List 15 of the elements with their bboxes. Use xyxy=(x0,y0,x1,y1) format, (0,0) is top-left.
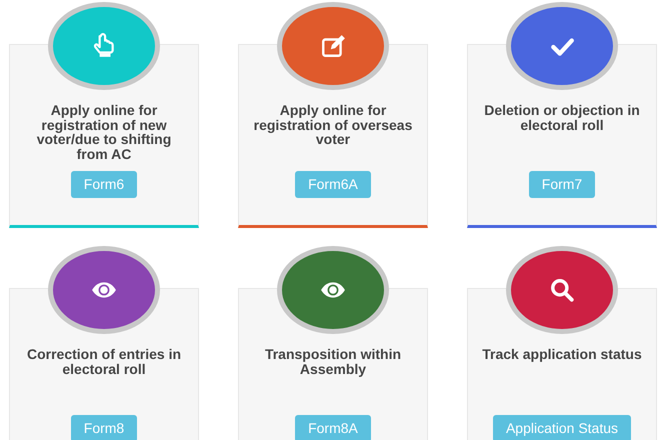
card-title: Apply online for registration of new voter/due to shifting from AC xyxy=(36,103,172,161)
form-button[interactable]: Form8 xyxy=(70,415,138,440)
form-button[interactable]: Form6 xyxy=(70,171,138,198)
edit-icon xyxy=(320,33,346,59)
form-button[interactable]: Form7 xyxy=(528,171,596,198)
card-title: Correction of entries in electoral roll xyxy=(26,347,182,378)
card-title: Apply online for registration of overseas voter xyxy=(252,103,414,149)
card-title: Transposition within Assembly xyxy=(264,347,402,379)
form-button[interactable]: Form8A xyxy=(295,415,371,440)
card-title: Track application status xyxy=(482,347,642,364)
form-button[interactable]: Form6A xyxy=(295,171,371,198)
search-icon xyxy=(549,277,575,303)
hand-pointer-icon xyxy=(91,33,117,59)
form-button[interactable]: Application Status xyxy=(492,415,632,440)
card-title: Deletion or objection in electoral roll xyxy=(483,103,641,134)
